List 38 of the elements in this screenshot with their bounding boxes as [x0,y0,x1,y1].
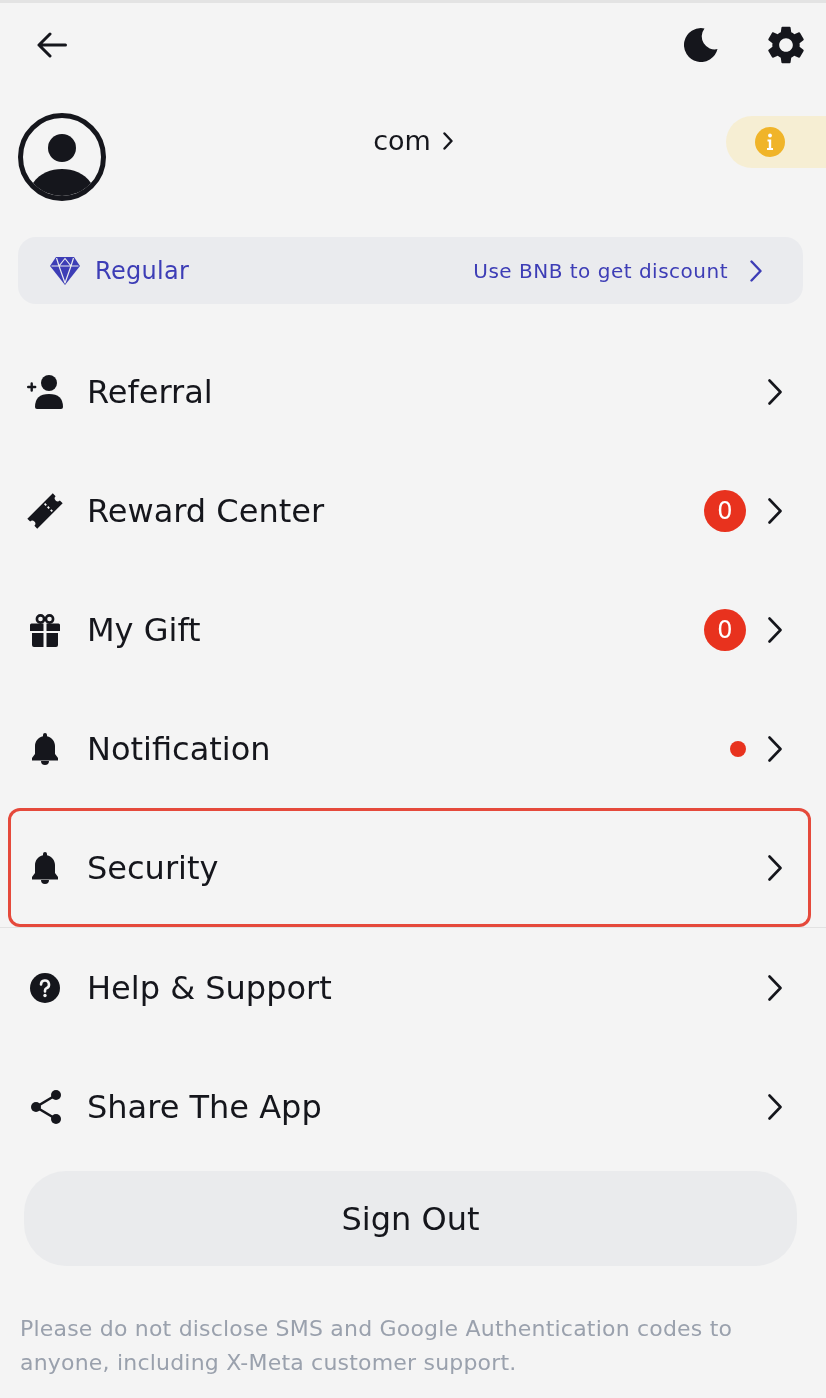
diamond-icon [50,256,80,285]
ticket-icon [27,492,63,529]
chevron-right-icon [768,497,782,524]
moon-icon[interactable] [684,27,718,62]
membership-card[interactable]: Regular Use BNB to get discount [18,237,803,304]
security-notice: Please do not disclose SMS and Google Authentication codes to anyone, including X-Meta customer support. [20,1315,734,1377]
gift-icon [30,612,60,647]
sign-out-button[interactable]: Sign Out [24,1171,797,1266]
chevron-right-icon [442,132,453,151]
menu-item[interactable]: Referral [8,332,811,451]
chevron-right-icon [768,616,782,643]
account-link[interactable]: com [373,125,453,158]
chevron-right-icon [768,378,782,405]
menu-item[interactable]: My Gift 0 [8,570,811,689]
info-icon [755,127,785,157]
menu-item[interactable]: Share The App [8,1047,811,1166]
membership-level-label: Regular [95,256,190,285]
menu-item[interactable]: Security [8,808,811,927]
notification-dot-icon [730,740,746,757]
help-icon [30,972,60,1003]
avatar-icon[interactable] [18,113,106,201]
add-person-icon [27,374,63,409]
menu-item[interactable]: Help & Support [8,928,811,1047]
chevron-right-icon [768,854,782,881]
count-badge: 0 [704,608,746,651]
bell-icon [31,732,59,765]
discount-link[interactable]: Use BNB to get discount [473,258,728,283]
settings-icon[interactable] [768,25,804,64]
menu-item[interactable]: Notification [8,689,811,808]
count-badge: 0 [704,489,746,532]
back-arrow-icon[interactable] [37,31,67,58]
chevron-right-icon [750,259,762,282]
chevron-right-icon [768,735,782,762]
chevron-right-icon [768,974,782,1001]
share-icon [31,1089,61,1124]
menu-item[interactable]: Reward Center 0 [8,451,811,570]
chevron-right-icon [768,1093,782,1120]
bell-icon [31,851,59,884]
